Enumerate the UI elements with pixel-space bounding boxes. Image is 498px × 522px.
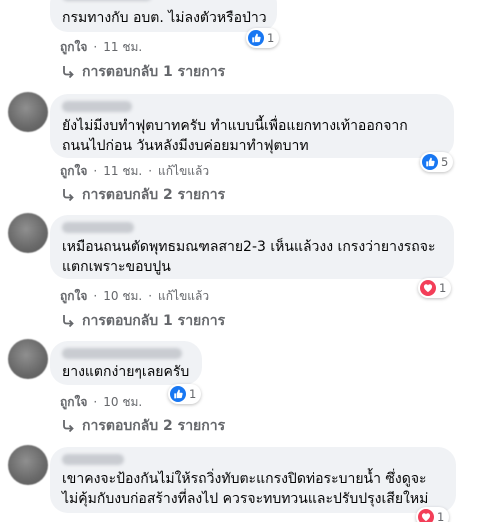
- view-replies-link[interactable]: การตอบกลับ 2 รายการ: [60, 416, 225, 436]
- comment-bubble: ยางแตกง่ายๆเลยครับ: [50, 341, 202, 385]
- timestamp[interactable]: 11 ชม.: [103, 39, 142, 55]
- reaction-badge[interactable]: 1: [246, 28, 280, 48]
- avatar[interactable]: [8, 445, 48, 485]
- comment-bubble: เขาคงจะป้องกันไม่ให้รถวิ่งทับตะแกรงปิดท่…: [50, 447, 456, 513]
- reaction-count: 5: [441, 155, 449, 169]
- like-link[interactable]: ถูกใจ: [60, 288, 87, 304]
- comment-text-line-2: ถนนไปก่อน วันหลังมีงบค่อยมาทำฟุตบาท: [62, 138, 309, 154]
- like-link[interactable]: ถูกใจ: [60, 39, 87, 55]
- reaction-badge[interactable]: 1: [418, 278, 452, 298]
- comment-bubble: ยังไม่มีงบทำฟุตบาทครับ ทำแบบนี้เพื่อแยกท…: [50, 94, 454, 158]
- comment-text-line-1: เขาคงจะป้องกันไม่ให้รถวิ่งทับตะแกรงปิดท่…: [62, 471, 427, 487]
- reaction-count: 1: [189, 387, 197, 401]
- like-reaction-icon: [422, 154, 438, 170]
- reply-arrow-icon: [63, 420, 74, 433]
- comment-thread: กรมทางกับ อบต. ไม่ลงตัวหรือป่าว 1 ถูกใจ …: [0, 0, 498, 522]
- like-reaction-icon: [170, 386, 186, 402]
- comment-text-line-1: ยังไม่มีงบทำฟุตบาทครับ ทำแบบนี้เพื่อแยกท…: [62, 118, 408, 134]
- replies-label: การตอบกลับ 1 รายการ: [82, 64, 226, 80]
- love-reaction-icon: [418, 509, 434, 522]
- replies-label: การตอบกลับ 1 รายการ: [82, 313, 226, 329]
- comment-text: กรมทางกับ อบต. ไม่ลงตัวหรือป่าว: [62, 10, 267, 26]
- love-reaction-icon: [420, 280, 436, 296]
- separator-dot: ·: [93, 395, 98, 409]
- comment-text-line-1: เหมือนถนนตัดพุทธมณฑลสาย2-3 เห็นแล้วงง เก…: [62, 239, 436, 255]
- separator-dot: ·: [148, 164, 153, 178]
- edited-label[interactable]: แก้ไขแล้ว: [158, 163, 209, 179]
- reaction-badge[interactable]: 5: [420, 152, 454, 172]
- separator-dot: ·: [93, 289, 98, 303]
- comment-actions: ถูกใจ · 10 ชม. · แก้ไขแล้ว: [60, 288, 209, 304]
- edited-label[interactable]: แก้ไขแล้ว: [158, 288, 209, 304]
- author-name-redacted[interactable]: [62, 454, 124, 465]
- reaction-count: 1: [437, 510, 445, 522]
- reaction-badge[interactable]: 1: [416, 507, 450, 522]
- avatar[interactable]: [8, 213, 48, 253]
- reply-arrow-icon: [63, 315, 74, 328]
- reply-arrow-icon: [63, 189, 74, 202]
- avatar[interactable]: [8, 339, 48, 379]
- comment-actions: ถูกใจ · 10 ชม.: [60, 394, 142, 410]
- like-link[interactable]: ถูกใจ: [60, 394, 87, 410]
- like-reaction-icon: [248, 30, 264, 46]
- timestamp[interactable]: 10 ชม.: [103, 394, 142, 410]
- reply-arrow-icon: [63, 66, 74, 79]
- comment-bubble: กรมทางกับ อบต. ไม่ลงตัวหรือป่าว: [50, 0, 277, 32]
- comment-bubble: เหมือนถนนตัดพุทธมณฑลสาย2-3 เห็นแล้วงง เก…: [50, 215, 454, 279]
- comment-actions: ถูกใจ · 11 ชม.: [60, 39, 142, 55]
- comment-text: ยางแตกง่ายๆเลยครับ: [62, 364, 190, 380]
- separator-dot: ·: [148, 289, 153, 303]
- replies-label: การตอบกลับ 2 รายการ: [82, 187, 226, 203]
- view-replies-link[interactable]: การตอบกลับ 1 รายการ: [60, 62, 225, 82]
- replies-label: การตอบกลับ 2 รายการ: [82, 418, 226, 434]
- separator-dot: ·: [93, 40, 98, 54]
- author-name-redacted[interactable]: [62, 348, 182, 359]
- comment-actions: ถูกใจ · 11 ชม. · แก้ไขแล้ว: [60, 163, 209, 179]
- reaction-badge[interactable]: 1: [168, 384, 202, 404]
- comment-text-line-2: แตกเพราะขอบปูน: [62, 259, 171, 275]
- like-link[interactable]: ถูกใจ: [60, 163, 87, 179]
- reaction-count: 1: [267, 31, 275, 45]
- reaction-count: 1: [439, 281, 447, 295]
- timestamp[interactable]: 10 ชม.: [103, 288, 142, 304]
- separator-dot: ·: [93, 164, 98, 178]
- view-replies-link[interactable]: การตอบกลับ 2 รายการ: [60, 185, 225, 205]
- author-name-redacted[interactable]: [62, 0, 152, 1]
- timestamp[interactable]: 11 ชม.: [103, 163, 142, 179]
- author-name-redacted[interactable]: [62, 222, 134, 233]
- comment-text-line-2: ไม่คุ้มกับงบก่อสร้างที่ลงไป ควรจะทบทวนแล…: [62, 491, 429, 507]
- view-replies-link[interactable]: การตอบกลับ 1 รายการ: [60, 311, 225, 331]
- author-name-redacted[interactable]: [62, 101, 132, 112]
- avatar[interactable]: [8, 92, 48, 132]
